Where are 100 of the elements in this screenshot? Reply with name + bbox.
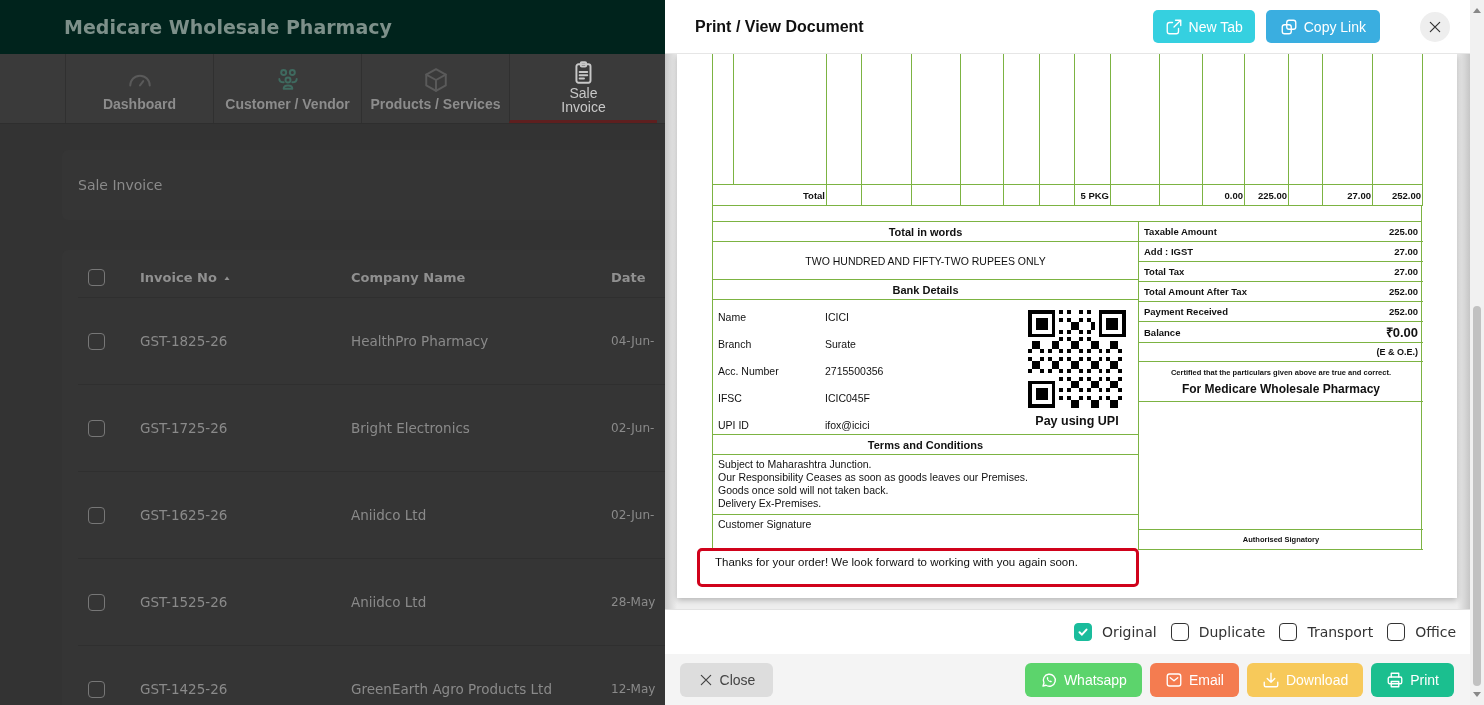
signatory-company: For Medicare Wholesale Pharmacy (1181, 381, 1381, 396)
field-label: IFSC (718, 391, 743, 404)
checkbox[interactable] (88, 332, 105, 350)
section-heading: Bank Details (892, 283, 959, 296)
field-value: ICICI (825, 311, 849, 324)
eoe-note: (E & O.E.) (1376, 347, 1418, 357)
summary-value: 27.00 (1394, 266, 1418, 277)
checkbox[interactable] (1170, 623, 1189, 641)
close-button[interactable] (1420, 11, 1450, 42)
table-cell (826, 184, 862, 206)
summary-value: ₹0.00 (1385, 324, 1418, 341)
summary-value: 27.00 (1394, 246, 1418, 257)
table-cell (1039, 184, 1075, 206)
scrollbar[interactable] (1470, 0, 1484, 705)
checkmark-icon (1076, 626, 1089, 638)
field-label: Name (718, 311, 747, 324)
table-cell-text: Bright Electronics (351, 420, 471, 436)
field-label: UPI ID (718, 418, 750, 431)
table-cell-text: GST-1525-26 (140, 594, 229, 610)
table-cell (911, 184, 961, 206)
table-cell (1110, 184, 1160, 206)
table-cell-text: 02-Jun- (611, 421, 656, 435)
checkbox[interactable] (1279, 623, 1298, 641)
column-header[interactable]: Company Name (351, 270, 611, 285)
field-label: Acc. Number (718, 365, 780, 377)
nav-tab[interactable]: Sale Invoice (509, 54, 657, 123)
table-cell-text: HealthPro Pharmacy (351, 333, 490, 349)
table-cell-text: GST-1825-26 (140, 333, 229, 349)
column-header[interactable]: Date (611, 270, 665, 285)
table-cell (1288, 184, 1323, 206)
table-cell: 5 PKG (1074, 184, 1111, 206)
envelope-icon (1164, 670, 1183, 689)
box-icon (422, 66, 449, 93)
summary-label: Add : IGST (1144, 246, 1194, 257)
summary-label: Total Tax (1144, 266, 1185, 277)
summary-label: Balance (1144, 326, 1181, 338)
nav-tab[interactable]: Dashboard (65, 54, 213, 123)
checkbox-label: Office (1415, 624, 1456, 640)
terms-line: Subject to Maharashtra Junction. (718, 458, 873, 471)
table-cell-text: 02-Jun- (611, 508, 656, 522)
checkbox[interactable] (88, 269, 105, 286)
nav-tab[interactable]: Products / Services (361, 54, 509, 123)
checkbox[interactable] (1387, 623, 1406, 641)
field-value: ICIC045F (825, 391, 870, 404)
checkbox[interactable] (88, 506, 105, 524)
copy-icon (1279, 17, 1298, 36)
new-tab-button[interactable]: New Tab (1152, 10, 1255, 43)
printer-icon (1386, 670, 1405, 689)
table-cell: 252.00 (1372, 184, 1423, 206)
page-title: Sale Invoice (78, 177, 163, 193)
table-cell: 27.00 (1322, 184, 1373, 206)
checkbox-label: Original (1101, 624, 1157, 640)
table-cell-text: GST-1625-26 (140, 507, 229, 523)
amount-in-words: TWO HUNDRED AND FIFTY-TWO RUPEES ONLY (805, 254, 1046, 267)
table-cell-text: 12-May (611, 682, 657, 696)
download-icon (1261, 670, 1280, 689)
summary-value: 225.00 (1388, 226, 1418, 237)
table-cell: 225.00 (1244, 184, 1289, 206)
table-cell: 0.00 (1202, 184, 1245, 206)
table-cell-text: GST-1725-26 (140, 420, 229, 436)
field-label: Branch (718, 338, 753, 351)
dialog-title: Print / View Document (695, 17, 865, 36)
summary-value: 252.00 (1388, 306, 1418, 317)
summary-label: Payment Received (1144, 306, 1228, 317)
table-cell-text: GST-1425-26 (140, 681, 229, 697)
checkbox[interactable] (88, 419, 105, 437)
qr-caption: Pay using UPI (1035, 414, 1119, 428)
signature-label: Customer Signature (718, 518, 812, 530)
terms-line: Delivery Ex-Premises. (718, 497, 823, 510)
copy-link-button[interactable]: Copy Link (1265, 10, 1380, 43)
terms-line: Goods once sold will not taken back. (718, 484, 890, 497)
summary-label: Taxable Amount (1144, 226, 1217, 237)
email-button[interactable]: Email (1149, 662, 1239, 697)
checkbox[interactable] (88, 680, 105, 698)
table-cell (1159, 184, 1203, 206)
app-title: Medicare Wholesale Pharmacy (64, 16, 392, 38)
checkbox-label: Transport (1307, 624, 1374, 640)
table-cell-text: Aniidco Ltd (351, 594, 428, 610)
checkbox-label: Duplicate (1198, 624, 1266, 640)
table-cell (960, 184, 1004, 206)
external-link-icon (1164, 17, 1183, 36)
table-cell (861, 184, 912, 206)
column-header[interactable]: Invoice No (140, 270, 351, 285)
table-cell-text: 04-Jun- (611, 334, 656, 348)
checkbox[interactable] (1073, 623, 1092, 641)
field-value: 2715500356 (825, 365, 884, 377)
whatsapp-button[interactable]: Whatsapp (1024, 662, 1142, 697)
table-cell-text: 28-May (611, 595, 657, 609)
nav-tab[interactable]: Customer / Vendor (213, 54, 361, 123)
summary-label: Total Amount After Tax (1144, 286, 1247, 297)
close-button[interactable]: Close (680, 662, 773, 697)
thanks-note: Thanks for your order! We look forward to working with you again soon. (697, 548, 1139, 587)
table-cell (1003, 184, 1040, 206)
table-cell: Total (712, 184, 827, 206)
checkbox[interactable] (88, 593, 105, 611)
field-value: Surate (825, 338, 856, 351)
print-button[interactable]: Print (1371, 662, 1454, 697)
summary-value: 252.00 (1388, 286, 1418, 297)
section-heading: Total in words (888, 225, 963, 238)
table-cell-text: GreenEarth Agro Products Ltd (351, 681, 553, 697)
